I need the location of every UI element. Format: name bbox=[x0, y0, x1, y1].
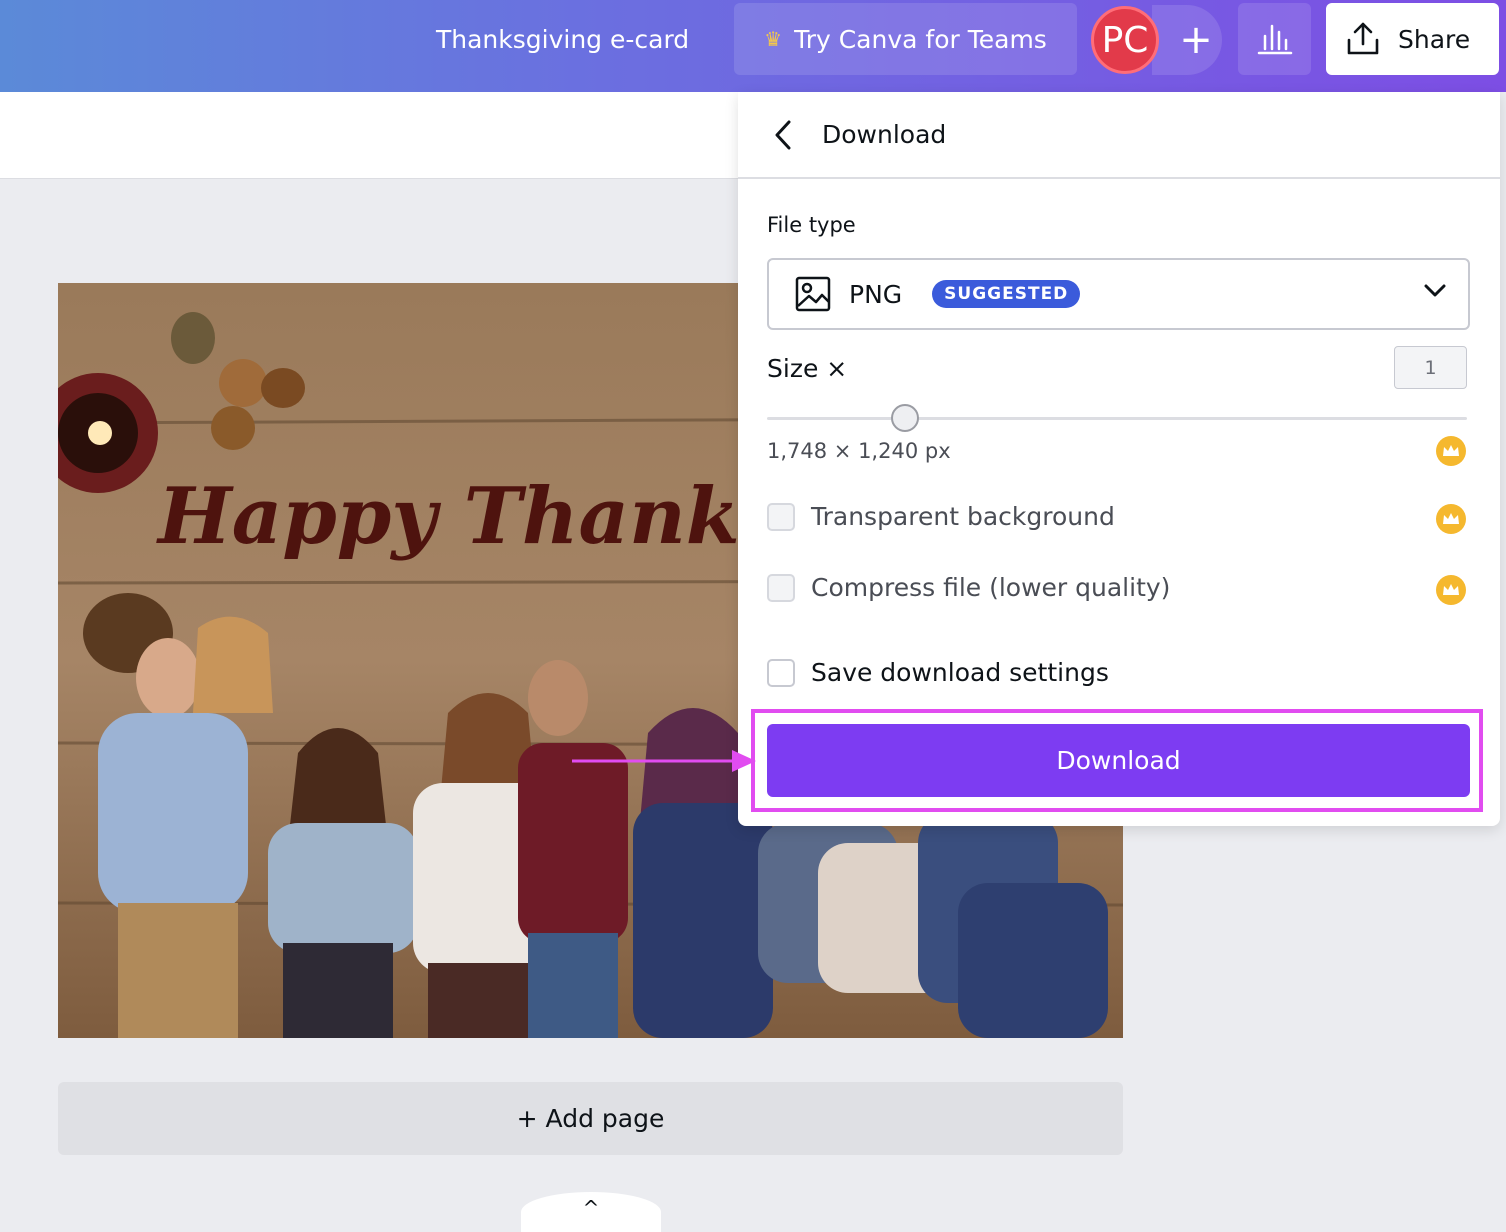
editor-toolbar bbox=[0, 92, 740, 179]
save-settings-option[interactable]: Save download settings bbox=[767, 658, 1109, 687]
collapse-pages-button[interactable]: ^ bbox=[521, 1192, 661, 1232]
avatar[interactable]: PC bbox=[1091, 6, 1159, 74]
dimensions-text: 1,748 × 1,240 px bbox=[767, 439, 951, 463]
arrow-icon bbox=[572, 750, 756, 772]
panel-title: Download bbox=[822, 120, 947, 149]
compress-file-label: Compress file (lower quality) bbox=[811, 573, 1171, 602]
file-type-value: PNG bbox=[849, 279, 903, 309]
top-bar: Thanksgiving e-card ♛ Try Canva for Team… bbox=[0, 0, 1506, 92]
add-page-button[interactable]: + Add page bbox=[58, 1082, 1123, 1155]
pro-crown-icon bbox=[1436, 504, 1466, 534]
transparent-background-option[interactable]: Transparent background bbox=[767, 502, 1115, 531]
size-input[interactable]: 1 bbox=[1394, 346, 1467, 389]
share-button[interactable]: Share bbox=[1326, 3, 1499, 75]
file-type-select[interactable]: PNG SUGGESTED bbox=[767, 258, 1470, 330]
download-panel-header: Download bbox=[738, 92, 1500, 179]
suggested-badge: SUGGESTED bbox=[932, 280, 1081, 308]
compress-file-option[interactable]: Compress file (lower quality) bbox=[767, 573, 1170, 602]
back-button[interactable] bbox=[768, 117, 798, 153]
chevron-down-icon bbox=[1424, 284, 1446, 297]
size-label: Size × bbox=[767, 354, 848, 383]
file-type-label: File type bbox=[767, 213, 856, 237]
image-icon bbox=[795, 276, 831, 312]
compress-file-checkbox[interactable] bbox=[767, 573, 795, 602]
plus-icon: + bbox=[1179, 17, 1213, 63]
crown-icon: ♛ bbox=[764, 27, 783, 51]
try-teams-button[interactable]: ♛ Try Canva for Teams bbox=[734, 3, 1077, 75]
stats-icon bbox=[1257, 24, 1292, 55]
transparent-background-checkbox[interactable] bbox=[767, 502, 795, 531]
insights-button[interactable] bbox=[1238, 3, 1311, 75]
back-chevron-icon bbox=[775, 120, 791, 150]
try-teams-label: Try Canva for Teams bbox=[794, 24, 1047, 54]
share-upload-icon bbox=[1347, 22, 1379, 55]
size-slider-thumb[interactable] bbox=[891, 404, 919, 432]
chevron-up-icon: ^ bbox=[582, 1196, 600, 1220]
invite-button[interactable]: + bbox=[1152, 5, 1222, 75]
share-label: Share bbox=[1398, 24, 1471, 54]
pro-crown-icon bbox=[1436, 575, 1466, 605]
document-title[interactable]: Thanksgiving e-card bbox=[436, 22, 689, 58]
size-slider-track[interactable] bbox=[767, 417, 1467, 420]
transparent-background-label: Transparent background bbox=[811, 502, 1115, 531]
download-highlight-box bbox=[751, 709, 1483, 812]
save-settings-checkbox[interactable] bbox=[767, 658, 795, 687]
pro-crown-icon bbox=[1436, 436, 1466, 466]
save-settings-label: Save download settings bbox=[811, 658, 1109, 687]
